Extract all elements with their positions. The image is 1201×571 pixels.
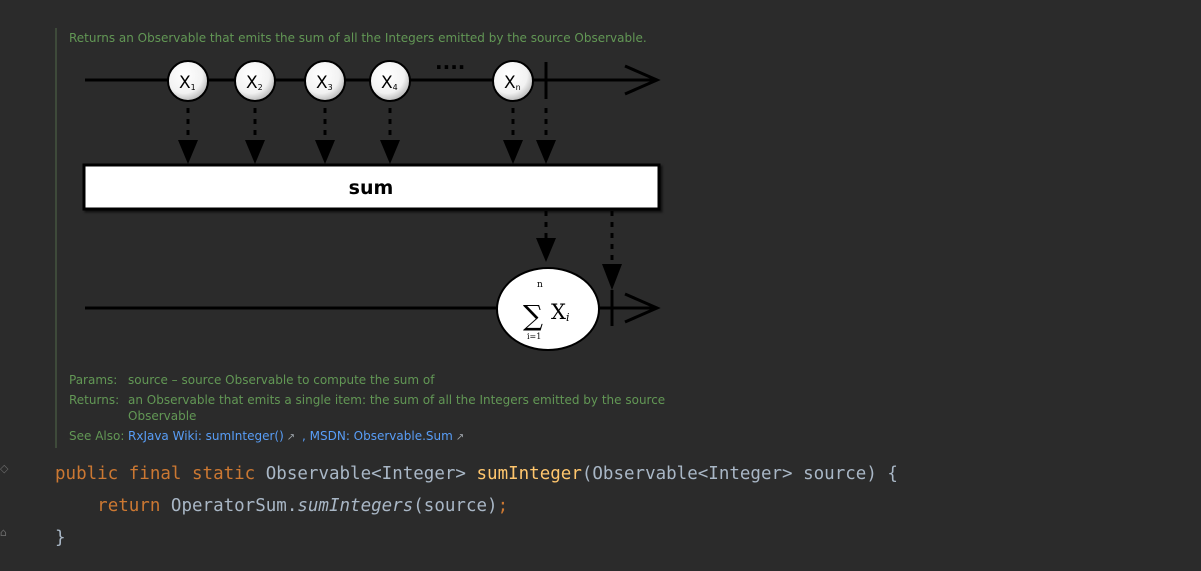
doc-tags: Params: source – source Observable to co… bbox=[69, 372, 669, 450]
external-link-icon: ↗ bbox=[455, 432, 465, 443]
input-arrows bbox=[186, 108, 548, 144]
returns-label: Returns: bbox=[69, 393, 120, 407]
svg-text:n: n bbox=[537, 280, 543, 290]
marble-diagram: .... X1 X2 X3 X4 Xn sum n ∑ Xi i=1 bbox=[82, 50, 661, 351]
bookmark-gutter-icon[interactable]: ⌂ bbox=[0, 526, 7, 539]
output-arrows bbox=[544, 211, 614, 268]
svg-text:i=1: i=1 bbox=[527, 332, 541, 341]
marble-x2: X2 bbox=[234, 60, 276, 102]
result-marble: n ∑ Xi i=1 bbox=[496, 267, 600, 351]
link-msdn[interactable]: MSDN: Observable.Sum bbox=[310, 429, 453, 443]
marble-x3: X3 bbox=[304, 60, 346, 102]
see-also-label: See Also: bbox=[69, 429, 125, 443]
javadoc-popup: Returns an Observable that emits the sum… bbox=[55, 28, 677, 448]
code-line-3: } bbox=[55, 528, 66, 548]
params-value: source – source Observable to compute th… bbox=[128, 373, 435, 387]
marble-xn: Xn bbox=[492, 60, 534, 102]
see-also-separator: , bbox=[298, 429, 306, 443]
marble-x1: X1 bbox=[167, 60, 209, 102]
marble-x4: X4 bbox=[369, 60, 411, 102]
params-row: Params: source – source Observable to co… bbox=[69, 372, 669, 388]
svg-text:∑: ∑ bbox=[523, 299, 543, 332]
method-name[interactable]: sumInteger bbox=[477, 464, 582, 484]
ellipsis: .... bbox=[435, 50, 465, 74]
code-editor[interactable]: public final static Observable<Integer> … bbox=[55, 458, 898, 554]
override-gutter-icon[interactable]: ◇ bbox=[0, 462, 8, 475]
params-label: Params: bbox=[69, 373, 118, 387]
code-line-2: return OperatorSum.sumIntegers(source); bbox=[97, 496, 509, 516]
see-also-row: See Also: RxJava Wiki: sumInteger() ↗ , M… bbox=[69, 428, 669, 446]
input-arrowheads bbox=[178, 140, 556, 164]
returns-row: Returns: an Observable that emits a sing… bbox=[69, 392, 669, 424]
returns-value: an Observable that emits a single item: … bbox=[128, 393, 666, 423]
link-rxjava-wiki[interactable]: RxJava Wiki: sumInteger() bbox=[128, 429, 284, 443]
code-line-1: public final static Observable<Integer> … bbox=[55, 464, 898, 484]
operator-label: sum bbox=[349, 177, 394, 199]
external-link-icon: ↗ bbox=[286, 432, 296, 443]
method-call[interactable]: sumIntegers bbox=[297, 496, 413, 516]
see-also-links: RxJava Wiki: sumInteger() ↗ , MSDN: Obser… bbox=[128, 428, 669, 446]
